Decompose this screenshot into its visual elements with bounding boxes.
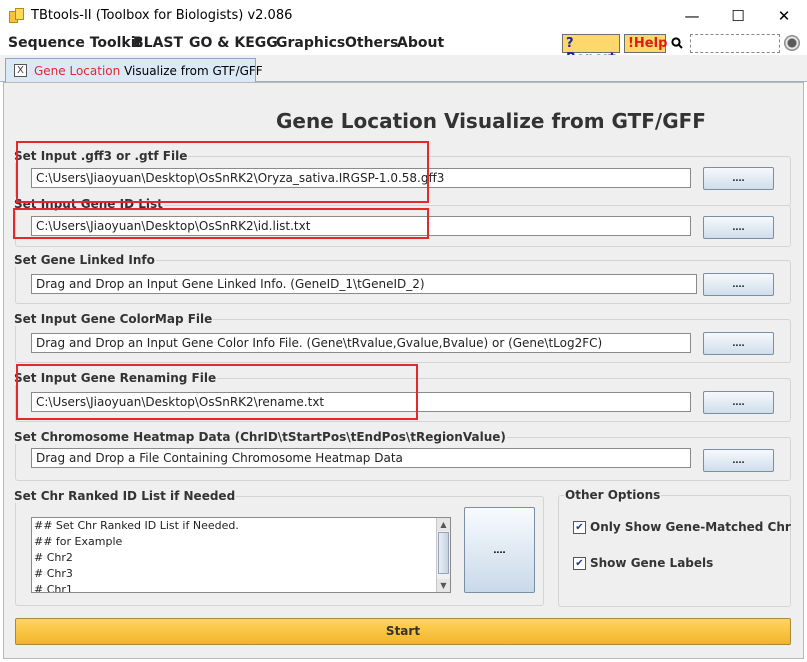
chr-ranked-browse-button[interactable]: .... bbox=[464, 507, 535, 593]
annotation-highlight bbox=[13, 208, 429, 239]
menu-bar: Sequence Toolkit BLAST GO & KEGG Graphic… bbox=[0, 31, 807, 66]
menu-others[interactable]: Others bbox=[345, 35, 398, 51]
tab-gene-location[interactable]: X Gene Location Visualize from GTF/GFF bbox=[5, 58, 263, 82]
heatmap-input[interactable]: Drag and Drop a File Containing Chromoso… bbox=[31, 448, 691, 468]
gene-id-browse-button[interactable]: .... bbox=[703, 216, 774, 239]
search-input[interactable] bbox=[690, 34, 780, 53]
main-panel: Gene Location Visualize from GTF/GFF Set… bbox=[3, 82, 804, 659]
colormap-input[interactable]: Drag and Drop an Input Gene Color Info F… bbox=[31, 333, 691, 353]
window-title: TBtools-II (Toolbox for Biologists) v2.0… bbox=[31, 8, 293, 23]
tab-label-rest: Visualize from GTF/GFF bbox=[120, 64, 263, 78]
status-indicator-icon bbox=[784, 35, 800, 51]
scroll-up-icon[interactable]: ▲ bbox=[437, 518, 450, 531]
heatmap-browse-button[interactable]: .... bbox=[703, 449, 774, 472]
linked-info-browse-button[interactable]: .... bbox=[703, 273, 774, 296]
chr-ranked-line: ## Set Chr Ranked ID List if Needed. bbox=[34, 519, 239, 532]
colormap-section-label: Set Input Gene ColorMap File bbox=[13, 312, 214, 326]
chr-ranked-section-label: Set Chr Ranked ID List if Needed bbox=[13, 489, 237, 503]
menu-go-kegg[interactable]: GO & KEGG bbox=[189, 35, 278, 51]
scroll-thumb[interactable] bbox=[438, 532, 449, 574]
options-section bbox=[558, 495, 791, 607]
annotation-highlight bbox=[16, 141, 429, 203]
heatmap-section-label: Set Chromosome Heatmap Data (ChrID\tStar… bbox=[13, 430, 507, 444]
help-button[interactable]: !Help bbox=[624, 34, 667, 53]
menu-sequence-toolkit[interactable]: Sequence Toolkit bbox=[8, 35, 142, 51]
chr-ranked-textarea[interactable]: ## Set Chr Ranked ID List if Needed. ## … bbox=[31, 517, 451, 593]
menu-graphics[interactable]: Graphics bbox=[276, 35, 345, 51]
start-button[interactable]: Start bbox=[15, 618, 791, 645]
colormap-browse-button[interactable]: .... bbox=[703, 332, 774, 355]
chr-ranked-scrollbar[interactable]: ▲ ▼ bbox=[436, 518, 450, 592]
options-section-label: Other Options bbox=[564, 488, 662, 502]
tab-label: Gene Location Visualize from GTF/GFF bbox=[34, 64, 263, 78]
linked-info-input[interactable]: Drag and Drop an Input Gene Linked Info.… bbox=[31, 274, 697, 294]
scroll-down-icon[interactable]: ▼ bbox=[437, 579, 450, 592]
tab-strip: X Gene Location Visualize from GTF/GFF bbox=[0, 55, 807, 82]
tab-close-icon[interactable]: X bbox=[14, 64, 27, 77]
menu-blast[interactable]: BLAST bbox=[133, 35, 183, 51]
tab-label-highlight: Gene Location bbox=[34, 64, 121, 78]
app-icon bbox=[9, 8, 25, 24]
maximize-button[interactable]: ☐ bbox=[715, 0, 761, 31]
title-bar: TBtools-II (Toolbox for Biologists) v2.0… bbox=[0, 0, 807, 31]
report-button[interactable]: ?Report bbox=[562, 34, 620, 66]
gff-browse-button[interactable]: .... bbox=[703, 167, 774, 190]
annotation-highlight bbox=[16, 364, 418, 420]
chr-ranked-line: # Chr2 bbox=[34, 551, 73, 564]
close-window-button[interactable]: ✕ bbox=[761, 0, 807, 31]
show-labels-label[interactable]: Show Gene Labels bbox=[590, 556, 713, 570]
show-labels-checkbox[interactable]: ✔ bbox=[573, 557, 586, 570]
linked-info-section-label: Set Gene Linked Info bbox=[13, 253, 156, 267]
chr-ranked-line: ## for Example bbox=[34, 535, 123, 548]
only-matched-checkbox[interactable]: ✔ bbox=[573, 521, 586, 534]
page-title: Gene Location Visualize from GTF/GFF bbox=[276, 109, 706, 133]
renaming-browse-button[interactable]: .... bbox=[703, 391, 774, 414]
menu-about[interactable]: About bbox=[397, 35, 444, 51]
chr-ranked-line: # Chr1 bbox=[34, 583, 73, 593]
search-icon[interactable] bbox=[671, 37, 683, 49]
minimize-button[interactable]: — bbox=[669, 0, 715, 31]
only-matched-label[interactable]: Only Show Gene-Matched Chr bbox=[590, 520, 791, 534]
chr-ranked-line: # Chr3 bbox=[34, 567, 73, 580]
